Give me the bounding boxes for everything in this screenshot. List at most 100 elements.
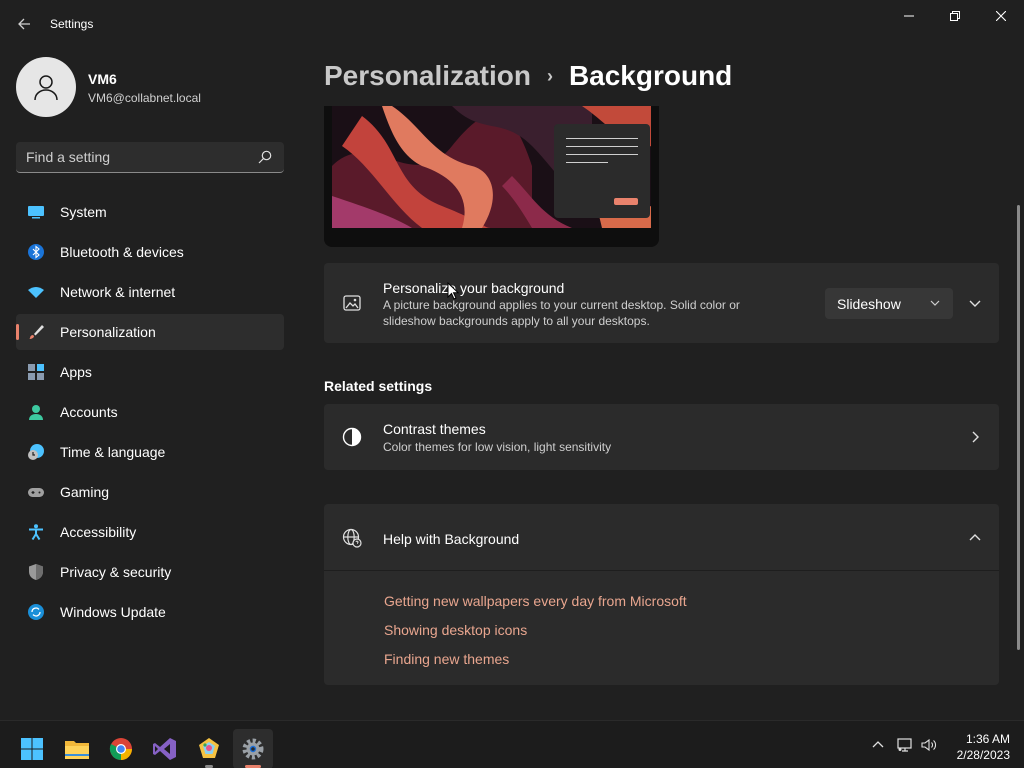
volume-icon[interactable] [921, 737, 937, 753]
sidebar-item-gaming[interactable]: Gaming [16, 474, 284, 510]
file-explorer-icon [65, 741, 89, 759]
user-email: VM6@collabnet.local [88, 91, 201, 105]
settings-icon [242, 738, 264, 760]
chevron-up-icon[interactable] [967, 530, 983, 546]
sidebar-item-label: Windows Update [60, 604, 166, 620]
monitor-icon [28, 206, 44, 219]
personalize-title: Personalize your background [383, 280, 565, 296]
title-bar: Settings [0, 0, 1024, 48]
personalize-background-card[interactable]: Personalize your background A picture ba… [324, 263, 999, 343]
expand-chevron-down-icon[interactable] [967, 295, 983, 311]
help-title: Help with Background [383, 531, 520, 547]
user-name: VM6 [88, 71, 117, 87]
taskbar-paint[interactable] [189, 729, 229, 768]
paint-icon [199, 738, 219, 758]
back-arrow-icon [18, 18, 30, 30]
back-button[interactable] [12, 12, 36, 36]
related-settings-heading: Related settings [324, 378, 433, 394]
sidebar-item-label: Network & internet [60, 284, 176, 300]
sidebar-item-label: Personalization [60, 324, 156, 340]
breadcrumb-parent[interactable]: Personalization [324, 60, 531, 92]
sidebar-item-label: Privacy & security [60, 564, 172, 580]
sidebar-nav: System Bluetooth & devices Network & int… [16, 194, 284, 634]
preview-window-mockup [554, 124, 650, 218]
help-card: Help with Background Getting new wallpap… [324, 504, 999, 685]
minimize-icon [904, 15, 914, 17]
shield-icon [29, 564, 43, 580]
chevron-right-icon [972, 431, 979, 443]
network-icon[interactable] [897, 737, 913, 753]
app-title: Settings [50, 17, 94, 31]
contrast-themes-card[interactable]: Contrast themes Color themes for low vis… [324, 404, 999, 470]
sidebar-item-label: Bluetooth & devices [60, 244, 184, 260]
help-link-themes[interactable]: Finding new themes [384, 651, 509, 667]
background-type-dropdown[interactable]: Slideshow [825, 288, 953, 319]
start-button[interactable] [12, 729, 52, 768]
clock-globe-icon [28, 444, 44, 460]
gamepad-icon [28, 488, 44, 497]
user-profile[interactable]: VM6 VM6@collabnet.local [16, 57, 286, 117]
sidebar-item-bluetooth[interactable]: Bluetooth & devices [16, 234, 284, 270]
contrast-themes-title: Contrast themes [383, 421, 486, 437]
update-icon [28, 604, 44, 620]
sidebar-item-label: Gaming [60, 484, 110, 500]
start-icon [21, 738, 43, 760]
sidebar-item-label: Accessibility [60, 524, 137, 540]
personalize-description-line2: slideshow backgrounds apply to all your … [383, 314, 650, 328]
contrast-themes-description: Color themes for low vision, light sensi… [383, 440, 612, 454]
background-preview [324, 106, 659, 247]
help-header[interactable]: Help with Background [324, 504, 999, 571]
page-title: Background [568, 60, 733, 91]
person-icon [34, 75, 58, 101]
wallpaper-preview [332, 106, 651, 228]
avatar[interactable] [16, 57, 76, 117]
breadcrumb: Personalization › Background [324, 58, 732, 94]
sidebar-item-personalization[interactable]: Personalization [16, 314, 284, 350]
clock-date: 2/28/2023 [956, 748, 1010, 762]
wifi-icon [28, 287, 44, 298]
taskbar-settings[interactable] [233, 729, 273, 768]
search-box[interactable] [16, 142, 284, 173]
sidebar-item-network[interactable]: Network & internet [16, 274, 284, 310]
search-icon[interactable] [258, 150, 272, 164]
person-icon [29, 405, 43, 420]
chevron-down-icon [930, 300, 940, 306]
minimize-button[interactable] [886, 0, 932, 32]
taskbar-file-explorer[interactable] [57, 729, 97, 768]
help-link-wallpapers[interactable]: Getting new wallpapers every day from Mi… [384, 593, 687, 609]
clock-time: 1:36 AM [965, 732, 1010, 746]
globe-help-icon [342, 528, 362, 548]
sidebar-item-label: Accounts [60, 404, 118, 420]
breadcrumb-separator: › [546, 65, 553, 86]
taskbar: 1:36 AM 2/28/2023 [0, 720, 1024, 768]
sidebar-item-accessibility[interactable]: Accessibility [16, 514, 284, 550]
brush-icon [29, 325, 44, 339]
visual-studio-icon [153, 738, 176, 760]
chrome-icon [109, 738, 132, 760]
sidebar-item-privacy[interactable]: Privacy & security [16, 554, 284, 590]
bluetooth-icon [28, 244, 44, 260]
restore-icon [950, 11, 960, 21]
chevron-up-icon[interactable] [870, 737, 886, 753]
sidebar-item-label: Apps [60, 364, 92, 380]
taskbar-clock[interactable]: 1:36 AM 2/28/2023 [957, 731, 1010, 763]
sidebar-item-apps[interactable]: Apps [16, 354, 284, 390]
sidebar-item-accounts[interactable]: Accounts [16, 394, 284, 430]
sidebar-item-label: Time & language [60, 444, 166, 460]
close-icon [996, 11, 1006, 21]
taskbar-visual-studio[interactable] [145, 729, 185, 768]
sidebar-item-windows-update[interactable]: Windows Update [16, 594, 284, 630]
sidebar-item-label: System [60, 204, 107, 220]
close-button[interactable] [978, 0, 1024, 32]
image-icon [343, 295, 361, 311]
help-link-desktop-icons[interactable]: Showing desktop icons [384, 622, 527, 638]
scrollbar[interactable] [1017, 205, 1020, 650]
apps-icon [28, 364, 44, 380]
search-input[interactable] [26, 148, 246, 166]
taskbar-chrome[interactable] [101, 729, 141, 768]
sidebar-item-time-language[interactable]: Time & language [16, 434, 284, 470]
contrast-icon [342, 427, 362, 447]
maximize-button[interactable] [932, 0, 978, 32]
personalize-description-line1: A picture background applies to your cur… [383, 298, 740, 312]
sidebar-item-system[interactable]: System [16, 194, 284, 230]
